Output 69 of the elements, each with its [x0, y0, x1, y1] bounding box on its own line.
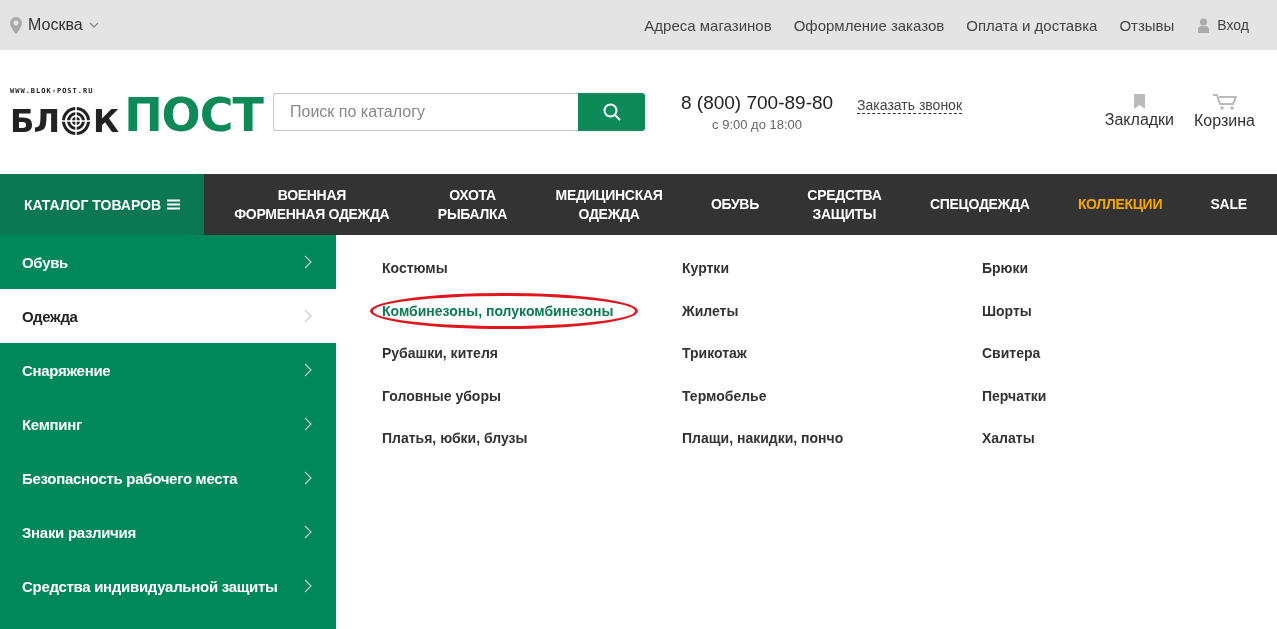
nav-link[interactable]: SALE	[1210, 195, 1247, 214]
phone-number: 8 (800) 700-89-80	[681, 92, 834, 114]
submenu-link[interactable]: Комбинезоны, полукомбинезоны	[382, 302, 614, 319]
sidebar-item-label: Кемпинг	[22, 415, 82, 433]
chevron-right-icon	[304, 363, 312, 377]
bookmarks-link[interactable]: Закладки	[1104, 111, 1175, 129]
top-link[interactable]: Отзывы	[1119, 16, 1175, 34]
sidebar-item[interactable]: Безопасность рабочего места	[0, 451, 336, 505]
catalog-button[interactable]: КАТАЛОГ ТОВАРОВ	[0, 174, 204, 235]
bookmark-icon	[1133, 94, 1145, 109]
menu-icon	[167, 199, 181, 210]
top-link[interactable]: Оплата и доставка	[966, 16, 1098, 34]
submenu-link[interactable]: Костюмы	[382, 260, 448, 277]
search-button[interactable]	[578, 93, 645, 131]
sidebar-item[interactable]: Кемпинг	[0, 397, 336, 451]
chevron-right-icon	[304, 417, 312, 431]
submenu-link[interactable]: Перчатки	[982, 387, 1047, 404]
submenu-link[interactable]: Брюки	[982, 260, 1029, 277]
map-pin-icon	[10, 16, 22, 34]
submenu-link[interactable]: Халаты	[982, 430, 1035, 447]
submenu-link[interactable]: Трикотаж	[682, 345, 747, 362]
submenu-link[interactable]: Рубашки, кителя	[382, 345, 498, 362]
cart-link[interactable]: Корзина	[1194, 112, 1255, 130]
working-hours: с 9:00 до 18:00	[712, 117, 803, 132]
nav-link[interactable]: МЕДИЦИНСКАЯ ОДЕЖДА	[555, 185, 663, 224]
login-link[interactable]: Вход	[1217, 17, 1249, 33]
submenu-link[interactable]: Шорты	[982, 302, 1032, 319]
sidebar-item[interactable]: Знаки различия	[0, 505, 336, 559]
chevron-right-icon	[304, 255, 312, 269]
submenu-link[interactable]: Куртки	[682, 260, 729, 277]
sidebar-item-label: Обувь	[22, 253, 69, 271]
nav-link[interactable]: ОБУВЬ	[710, 195, 759, 214]
sidebar-item[interactable]: Одежда	[0, 289, 336, 343]
nav-link[interactable]: СРЕДСТВА ЗАЩИТЫ	[807, 185, 882, 224]
submenu-link[interactable]: Платья, юбки, блузы	[382, 430, 528, 447]
top-link[interactable]: Адреса магазинов	[644, 16, 772, 34]
sidebar-item[interactable]: Обувь	[0, 235, 336, 289]
sidebar-item-label: Одежда	[22, 307, 78, 325]
sidebar-item-label: Знаки различия	[22, 523, 136, 541]
nav-link[interactable]: СПЕЦОДЕЖДА	[929, 195, 1030, 214]
submenu-link[interactable]: Свитера	[982, 345, 1041, 362]
sidebar-item-label: Снаряжение	[22, 361, 111, 379]
nav-link[interactable]: ОХОТА РЫБАЛКА	[437, 185, 508, 224]
top-link[interactable]: Оформление заказов	[793, 16, 945, 34]
cart-icon	[1212, 94, 1237, 110]
search-icon	[602, 103, 621, 121]
callback-link[interactable]: Заказать звонок	[857, 96, 963, 114]
sidebar-item[interactable]: Снаряжение	[0, 343, 336, 397]
logo-text: БЛ	[10, 104, 59, 137]
submenu-link[interactable]: Плащи, накидки, пончо	[682, 430, 844, 447]
city-selector[interactable]: Москва	[28, 16, 83, 34]
chevron-right-icon	[304, 471, 312, 485]
logo-text: К	[92, 104, 119, 137]
nav-link[interactable]: ВОЕННАЯ ФОРМЕННАЯ ОДЕЖДА	[234, 185, 390, 224]
target-icon	[60, 105, 91, 136]
chevron-down-icon	[88, 22, 99, 28]
chevron-right-icon	[304, 579, 312, 593]
logo-text: ПОСТ	[124, 95, 263, 137]
user-icon	[1198, 17, 1210, 33]
search-field[interactable]: Поиск по каталогу	[273, 93, 578, 131]
submenu-link[interactable]: Головные уборы	[382, 387, 501, 404]
submenu-link[interactable]: Термобелье	[682, 387, 767, 404]
chevron-right-icon	[304, 525, 312, 539]
sidebar-item-label: Средства индивидуальной защиты	[22, 577, 278, 595]
submenu-link[interactable]: Жилеты	[682, 302, 739, 319]
sidebar-item-label: Безопасность рабочего места	[22, 469, 238, 487]
nav-link[interactable]: КОЛЛЕКЦИИ	[1077, 195, 1163, 214]
chevron-right-icon	[304, 309, 312, 323]
sidebar-item[interactable]: Средства индивидуальной защиты	[0, 559, 336, 613]
